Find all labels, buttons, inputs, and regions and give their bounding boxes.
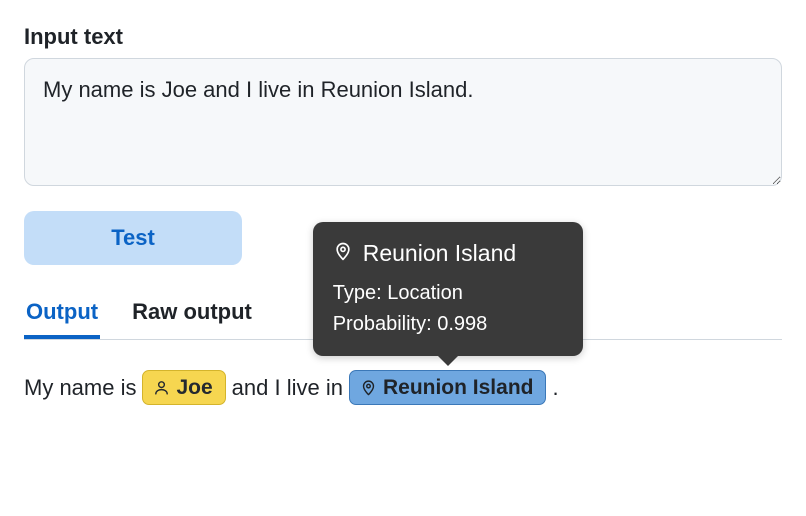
entity-tooltip: Reunion Island Type: Location Probabilit…: [313, 222, 583, 356]
output-text: My name is Joe and I live in Reunion: [24, 370, 782, 405]
test-button[interactable]: Test: [24, 211, 242, 265]
tooltip-prob-label: Probability:: [333, 313, 432, 335]
output-segment: My name is: [24, 375, 136, 401]
tooltip-prob-value: 0.998: [437, 313, 487, 335]
person-icon: [153, 379, 170, 396]
map-pin-icon: [333, 236, 353, 272]
tab-raw-output[interactable]: Raw output: [130, 293, 254, 339]
tooltip-type-value: Location: [387, 282, 463, 304]
tooltip-title-text: Reunion Island: [363, 236, 516, 272]
entity-person-chip[interactable]: Joe: [142, 370, 225, 405]
tooltip-type-label: Type:: [333, 282, 382, 304]
entity-person-label: Joe: [176, 375, 212, 400]
output-segment: and I live in: [232, 375, 343, 401]
tab-output[interactable]: Output: [24, 293, 100, 339]
output-segment: .: [552, 375, 558, 401]
entity-location-label: Reunion Island: [383, 375, 534, 400]
input-label: Input text: [24, 24, 782, 50]
map-pin-icon: [360, 379, 377, 396]
input-textarea[interactable]: [24, 58, 782, 186]
